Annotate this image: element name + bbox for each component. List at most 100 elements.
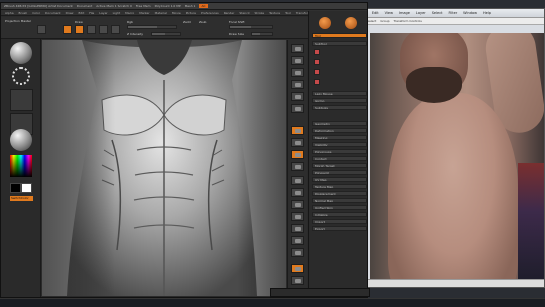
contact-row[interactable]: Contact [312, 156, 367, 161]
reference-photo[interactable] [370, 33, 544, 287]
scroll-button[interactable] [291, 68, 304, 77]
photo-menu-item[interactable]: View [385, 11, 393, 15]
subtools-row[interactable]: Subtools [312, 105, 367, 110]
sculpt-viewport[interactable] [42, 40, 286, 296]
photo-menu-item[interactable]: Window [463, 11, 477, 15]
menu-draw[interactable]: Draw [66, 11, 74, 15]
rgb-label[interactable]: Rgb [127, 20, 133, 24]
lsym-button[interactable] [291, 162, 304, 171]
secondary-color-swatch[interactable] [21, 183, 32, 193]
draw-button[interactable] [75, 25, 84, 34]
photo-menu-item[interactable]: Layer [416, 11, 426, 15]
subtool-header[interactable]: SubTool [312, 41, 367, 46]
aahalf-button[interactable] [291, 104, 304, 113]
lightbox-button[interactable] [37, 25, 46, 34]
rotate-z-button[interactable] [291, 200, 304, 209]
texture-map-row[interactable]: Texture Map [312, 184, 367, 189]
gizmo-row[interactable]: Gizmo [312, 98, 367, 103]
switch-color-button[interactable]: SwitchColor [10, 196, 33, 201]
z-intensity-slider[interactable] [151, 32, 181, 36]
polypaint-row[interactable]: Polypaint [312, 170, 367, 175]
active-tool-icon[interactable] [319, 17, 331, 29]
floor-button[interactable] [291, 138, 304, 147]
subtool-thumb[interactable] [314, 79, 320, 85]
main-color-swatch[interactable] [10, 183, 21, 193]
photo-menu-item[interactable]: Filter [449, 11, 458, 15]
rotate-y-button[interactable] [291, 188, 304, 197]
spix-button[interactable] [291, 56, 304, 65]
photo-menu-item[interactable]: Select [432, 11, 443, 15]
color-picker[interactable] [10, 155, 32, 177]
zoom-button[interactable] [291, 80, 304, 89]
menu-stencil[interactable]: Stencil [239, 11, 249, 15]
menu-file[interactable]: File [89, 11, 94, 15]
menu-alpha[interactable]: Alpha [5, 11, 14, 15]
menu-preferences[interactable]: Preferences [201, 11, 219, 15]
export-row[interactable]: Export [312, 226, 367, 231]
displacement-row[interactable]: Displacement [312, 191, 367, 196]
edit-button[interactable] [63, 25, 72, 34]
stroke-thumbnail[interactable] [12, 67, 30, 85]
initialize-row[interactable]: Initialize [312, 212, 367, 217]
tool-palette-header[interactable]: Tool [312, 33, 367, 38]
zoom3d-button[interactable] [291, 236, 304, 245]
menu-brush[interactable]: Brush [19, 11, 28, 15]
move-view-button[interactable] [291, 224, 304, 233]
zbrush-window[interactable]: ZBrush 4R6 P2 [GUILLERMO] Artist Documen… [0, 2, 368, 298]
menu-render[interactable]: Render [224, 11, 235, 15]
import-row[interactable]: Import [312, 219, 367, 224]
projection-master-label[interactable]: Projection Master [5, 19, 31, 23]
menu-macro[interactable]: Macro [125, 11, 134, 15]
actual-button[interactable] [291, 92, 304, 101]
persp-button[interactable] [291, 126, 304, 135]
menu-stroke[interactable]: Stroke [255, 11, 265, 15]
move-button[interactable] [87, 25, 96, 34]
menu-edit[interactable]: Edit [78, 11, 84, 15]
unified-skin-row[interactable]: Unified Skin [312, 205, 367, 210]
secondary-tool-icon[interactable] [345, 17, 357, 29]
rotate3d-button[interactable] [291, 248, 304, 257]
polygroups-row[interactable]: Polygroups [312, 149, 367, 154]
uv-map-row[interactable]: UV Map [312, 177, 367, 182]
menu-texture[interactable]: Texture [269, 11, 280, 15]
scale-button[interactable] [99, 25, 108, 34]
menu-document[interactable]: Document [45, 11, 61, 15]
material-thumbnail[interactable] [10, 129, 32, 151]
subtool-thumb[interactable] [314, 49, 320, 55]
title-tag[interactable]: AC [199, 4, 208, 8]
subtool-thumb[interactable] [314, 59, 320, 65]
menu-layer[interactable]: Layer [99, 11, 107, 15]
bpr-button[interactable] [291, 44, 304, 53]
photo-menu-item[interactable]: Help [483, 11, 491, 15]
rotate-button[interactable] [111, 25, 120, 34]
photo-viewer-window[interactable]: File Edit View Image Layer Select Filter… [355, 8, 545, 288]
masking-row[interactable]: Masking [312, 135, 367, 140]
menu-picture[interactable]: Picture [186, 11, 196, 15]
photo-option[interactable]: Transform Controls [394, 19, 422, 23]
normal-map-row[interactable]: Normal Map [312, 198, 367, 203]
zadd-label[interactable]: Zadd [183, 20, 191, 24]
photo-menu-item[interactable]: Edit [372, 11, 379, 15]
xyz-button[interactable] [291, 176, 304, 185]
menu-marker[interactable]: Marker [139, 11, 149, 15]
subtool-thumb[interactable] [314, 69, 320, 75]
geometry-header[interactable]: Geometry [312, 121, 367, 126]
focal-shift-slider[interactable] [229, 25, 273, 29]
menu-color[interactable]: Color [32, 11, 40, 15]
photo-menu-item[interactable]: Image [399, 11, 410, 15]
menu-light[interactable]: Light [113, 11, 121, 15]
menu-material[interactable]: Material [155, 11, 167, 15]
menu-tool[interactable]: Tool [285, 11, 291, 15]
lazy-mouse-row[interactable]: Lazy Mouse [312, 91, 367, 96]
transp-button[interactable] [291, 276, 304, 285]
zsub-label[interactable]: Zsub [199, 20, 206, 24]
frame-button[interactable] [291, 212, 304, 221]
menu-movie[interactable]: Movie [172, 11, 181, 15]
local-button[interactable] [291, 150, 304, 159]
visibility-row[interactable]: Visibility [312, 142, 367, 147]
brush-thumbnail[interactable] [10, 42, 32, 64]
morph-target-row[interactable]: Morph Target [312, 163, 367, 168]
photo-option[interactable]: Group [380, 19, 389, 23]
deformation-row[interactable]: Deformation [312, 128, 367, 133]
polyf-button[interactable] [291, 264, 304, 273]
